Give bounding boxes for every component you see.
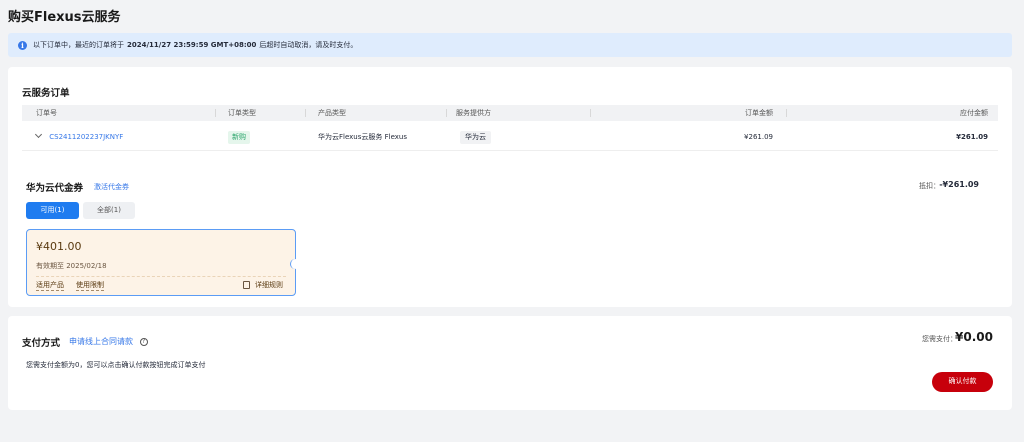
col-order-amount: 订单金额 — [745, 109, 773, 117]
voucher-expiry: 有效期至 2025/02/18 — [36, 262, 107, 270]
column-separator — [215, 109, 216, 117]
usage-limit-link[interactable]: 使用限制 — [76, 281, 104, 291]
page-title: 购买Flexus云服务 — [8, 10, 121, 25]
tab-available[interactable]: 可用(1) — [26, 202, 79, 219]
provider-cell: 华为云 — [460, 123, 491, 151]
provider-tag: 华为云 — [460, 131, 491, 144]
payment-card: 支付方式 申请线上合同请款 ? 您需支付： ¥0.00 您需支付金额为0，您可以… — [8, 316, 1012, 410]
col-provider: 服务提供方 — [456, 109, 491, 117]
payable-cell: ¥261.09 — [956, 133, 988, 141]
voucher-section-title: 华为云代金券 — [26, 183, 84, 194]
product-type-cell: 华为云Flexus云服务 Flexus — [318, 133, 407, 141]
order-type-tag: 新购 — [228, 131, 250, 144]
column-separator — [786, 109, 787, 117]
document-icon — [243, 281, 250, 289]
col-product-type: 产品类型 — [318, 109, 346, 117]
notice-prefix: 以下订单中，最近的订单将于 — [33, 41, 124, 49]
notice-deadline: 2024/11/27 23:59:59 GMT+08:00 — [127, 41, 257, 49]
due-value: ¥0.00 — [955, 330, 993, 344]
column-separator — [590, 109, 591, 117]
column-separator — [446, 109, 447, 117]
voucher-card[interactable]: ¥401.00 有效期至 2025/02/18 适用产品 使用限制 详细规则 — [26, 229, 300, 296]
order-type-cell: 新购 — [228, 123, 250, 151]
coupon-divider — [36, 276, 286, 277]
orders-table-header: 订单号 订单类型 产品类型 服务提供方 订单金额 应付金额 — [22, 105, 998, 121]
notice-suffix: 后超时自动取消，请及时支付。 — [259, 41, 358, 49]
tab-all[interactable]: 全部(1) — [83, 202, 135, 219]
activate-voucher-link[interactable]: 激活代金券 — [94, 182, 129, 192]
info-icon: i — [18, 40, 27, 50]
col-order-type: 订单类型 — [228, 109, 256, 117]
contract-request-label: 申请线上合同请款 — [69, 337, 133, 346]
chevron-down-icon[interactable] — [34, 130, 43, 139]
due-label: 您需支付： — [922, 335, 957, 343]
table-row: CS2411202237JKNYF 新购 华为云Flexus云服务 Flexus… — [22, 123, 998, 151]
applicable-products-link[interactable]: 适用产品 — [36, 281, 64, 291]
col-payable: 应付金额 — [960, 109, 988, 117]
column-separator — [305, 109, 306, 117]
contract-request-link[interactable]: 申请线上合同请款 ? — [69, 336, 148, 347]
order-card: 云服务订单 订单号 订单类型 产品类型 服务提供方 订单金额 应付金额 CS24… — [8, 67, 1012, 307]
payment-hint: 您需支付金额为0，您可以点击确认付款按钮完成订单支付 — [26, 361, 206, 369]
order-timeout-notice: i 以下订单中，最近的订单将于 2024/11/27 23:59:59 GMT+… — [8, 33, 1012, 57]
order-amount-cell: ¥261.09 — [744, 133, 773, 141]
orders-section-title: 云服务订单 — [22, 88, 70, 99]
deduct-label: 抵扣： — [919, 182, 940, 190]
deduct-value: -¥261.09 — [939, 180, 979, 189]
voucher-amount: ¥401.00 — [36, 240, 82, 253]
order-no-cell: CS2411202237JKNYF — [34, 123, 123, 151]
payment-section-title: 支付方式 — [22, 338, 61, 349]
col-order-no: 订单号 — [36, 109, 57, 117]
coupon-notch — [290, 259, 300, 269]
question-circle-icon[interactable]: ? — [139, 337, 148, 346]
detailed-rules-link[interactable]: 详细规则 — [255, 281, 283, 290]
order-no-link[interactable]: CS2411202237JKNYF — [49, 133, 123, 141]
confirm-payment-button[interactable]: 确认付款 — [932, 372, 993, 392]
